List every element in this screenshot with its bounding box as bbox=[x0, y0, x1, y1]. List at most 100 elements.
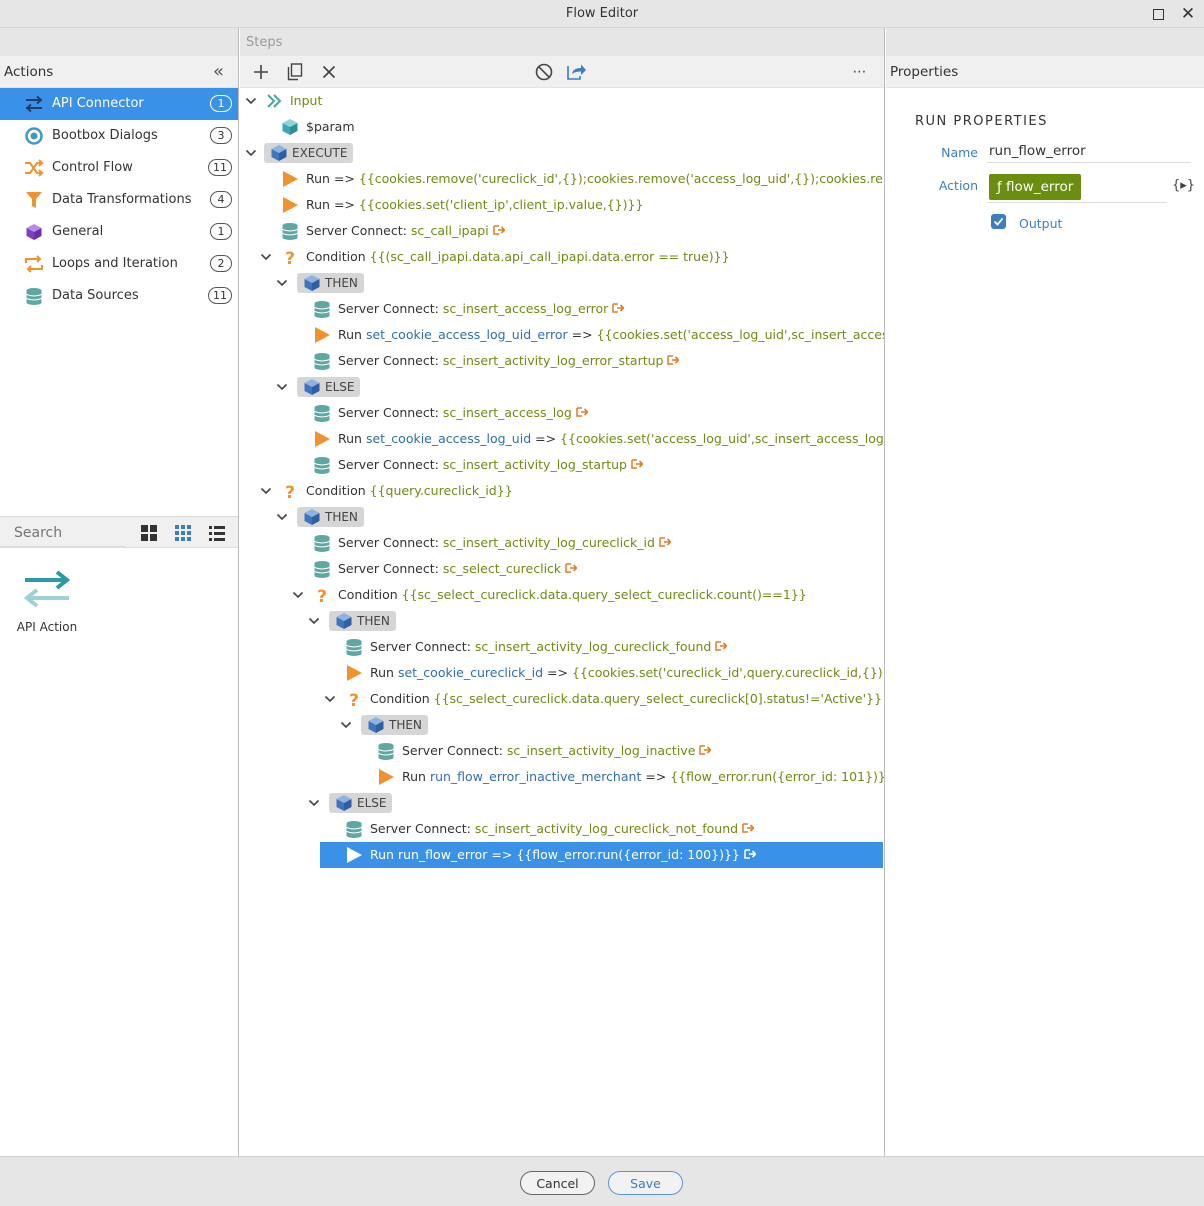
save-button[interactable]: Save bbox=[608, 1171, 683, 1195]
output-checkbox[interactable] bbox=[991, 214, 1006, 229]
step-row-server-connect[interactable]: Server Connect: sc_select_cureclick bbox=[240, 556, 885, 582]
category-control-flow[interactable]: Control Flow 11 bbox=[0, 152, 238, 184]
chevron-down-icon[interactable] bbox=[245, 147, 257, 159]
chevron-down-icon[interactable] bbox=[276, 381, 288, 393]
goto-icon[interactable] bbox=[667, 354, 679, 366]
category-loops-and-iteration[interactable]: Loops and Iteration 2 bbox=[0, 248, 238, 280]
step-label: Condition {{sc_select_cureclick.data.que… bbox=[370, 691, 882, 706]
chevron-down-icon[interactable] bbox=[276, 511, 288, 523]
step-row-run[interactable]: Run set_cookie_access_log_uid_error => {… bbox=[240, 322, 884, 348]
add-step-button[interactable] bbox=[251, 62, 271, 82]
chevron-down-icon[interactable] bbox=[276, 277, 288, 289]
step-row-then[interactable]: THEN bbox=[240, 270, 884, 296]
maximize-button[interactable] bbox=[1148, 4, 1168, 24]
chevron-down-icon[interactable] bbox=[292, 589, 304, 601]
more-options-button[interactable]: ⋯ bbox=[850, 62, 870, 82]
input-icon bbox=[266, 92, 284, 110]
goto-icon[interactable] bbox=[744, 848, 756, 860]
large-grid-view-icon[interactable] bbox=[140, 524, 158, 542]
small-grid-view-icon[interactable] bbox=[174, 524, 192, 542]
category-data-transformations[interactable]: Data Transformations 4 bbox=[0, 184, 238, 216]
chevron-down-icon[interactable] bbox=[324, 693, 336, 705]
step-row-server-connect[interactable]: Server Connect: sc_insert_activity_log_e… bbox=[240, 348, 885, 374]
step-row-server-connect[interactable]: Server Connect: sc_call_ipapi bbox=[240, 218, 885, 244]
step-row-input[interactable]: Input bbox=[240, 88, 884, 114]
name-field[interactable] bbox=[987, 139, 1191, 163]
step-row-then[interactable]: THEN bbox=[240, 712, 884, 738]
delete-x-icon bbox=[322, 65, 336, 79]
list-view-icon[interactable] bbox=[208, 524, 226, 542]
category-count-badge: 1 bbox=[210, 95, 232, 112]
step-row-condition[interactable]: Condition {{sc_select_cureclick.data.que… bbox=[240, 686, 884, 712]
step-row-then[interactable]: THEN bbox=[240, 504, 884, 530]
category-label: General bbox=[52, 224, 104, 239]
action-label: Action bbox=[938, 178, 978, 193]
step-row-server-connect[interactable]: Server Connect: sc_insert_activity_log_c… bbox=[240, 816, 885, 842]
step-row-condition[interactable]: Condition {{query.cureclick_id}} bbox=[240, 478, 884, 504]
step-label: Server Connect: sc_call_ipapi bbox=[306, 223, 505, 238]
search-input[interactable] bbox=[0, 519, 126, 547]
goto-icon[interactable] bbox=[576, 406, 588, 418]
step-label: THEN bbox=[325, 510, 358, 524]
goto-icon[interactable] bbox=[699, 744, 711, 756]
step-row-run[interactable]: Run run_flow_error_inactive_merchant => … bbox=[240, 764, 884, 790]
cancel-button[interactable]: Cancel bbox=[520, 1171, 595, 1195]
chevron-down-icon[interactable] bbox=[245, 95, 257, 107]
copy-step-button[interactable] bbox=[285, 62, 305, 82]
step-row-server-connect[interactable]: Server Connect: sc_insert_access_log_err… bbox=[240, 296, 885, 322]
action-field[interactable]: ƒ flow_error bbox=[987, 172, 1167, 203]
export-step-button[interactable] bbox=[567, 62, 587, 82]
cube-icon bbox=[303, 274, 321, 292]
step-row-execute[interactable]: EXECUTE bbox=[240, 140, 884, 166]
step-row-run[interactable]: Run set_cookie_cureclick_id => {{cookies… bbox=[240, 660, 884, 686]
then-tag: THEN bbox=[361, 715, 428, 735]
step-row-run-selected[interactable]: Run run_flow_error => {{flow_error.run({… bbox=[320, 842, 883, 868]
step-label: THEN bbox=[325, 276, 358, 290]
goto-icon[interactable] bbox=[493, 224, 505, 236]
step-label: Server Connect: sc_select_cureclick bbox=[338, 561, 577, 576]
goto-icon[interactable] bbox=[612, 302, 624, 314]
disable-step-button[interactable] bbox=[534, 62, 554, 82]
goto-icon[interactable] bbox=[659, 536, 671, 548]
chevron-down-icon[interactable] bbox=[260, 251, 272, 263]
chevron-down-icon[interactable] bbox=[308, 797, 320, 809]
cube-icon bbox=[335, 612, 353, 630]
category-data-sources[interactable]: Data Sources 11 bbox=[0, 280, 238, 312]
step-row-then[interactable]: THEN bbox=[240, 608, 884, 634]
step-row-server-connect[interactable]: Server Connect: sc_insert_activity_log_i… bbox=[240, 738, 885, 764]
category-bootbox-dialogs[interactable]: Bootbox Dialogs 3 bbox=[0, 120, 238, 152]
step-row-run[interactable]: Run => {{cookies.set('client_ip',client_… bbox=[240, 192, 884, 218]
step-row-else[interactable]: ELSE bbox=[240, 790, 884, 816]
chevron-down-icon[interactable] bbox=[260, 485, 272, 497]
delete-step-button[interactable] bbox=[319, 62, 339, 82]
step-row-run[interactable]: Run set_cookie_access_log_uid => {{cooki… bbox=[240, 426, 884, 452]
goto-icon[interactable] bbox=[742, 822, 754, 834]
step-row-param[interactable]: $param bbox=[240, 114, 884, 140]
condition-question-icon bbox=[313, 586, 331, 604]
goto-icon[interactable] bbox=[565, 562, 577, 574]
step-row-server-connect[interactable]: Server Connect: sc_insert_activity_log_s… bbox=[240, 452, 885, 478]
palette-item-api-action[interactable]: API Action bbox=[16, 568, 78, 634]
chevron-down-icon[interactable] bbox=[340, 719, 352, 731]
step-row-condition[interactable]: Condition {{(sc_call_ipapi.data.api_call… bbox=[240, 244, 884, 270]
maximize-icon bbox=[1152, 8, 1164, 20]
step-row-run[interactable]: Run => {{cookies.remove('cureclick_id',{… bbox=[240, 166, 884, 192]
step-row-server-connect[interactable]: Server Connect: sc_insert_activity_log_c… bbox=[240, 530, 885, 556]
collapse-panel-icon[interactable]: « bbox=[213, 61, 224, 82]
step-row-server-connect[interactable]: Server Connect: sc_insert_access_log bbox=[240, 400, 885, 426]
goto-icon[interactable] bbox=[631, 458, 643, 470]
step-row-server-connect[interactable]: Server Connect: sc_insert_activity_log_c… bbox=[240, 634, 885, 660]
condition-question-icon bbox=[281, 482, 299, 500]
goto-icon[interactable] bbox=[715, 640, 727, 652]
category-api-connector[interactable]: API Connector 1 bbox=[0, 88, 238, 120]
category-label: Data Sources bbox=[52, 288, 139, 303]
step-row-else[interactable]: ELSE bbox=[240, 374, 884, 400]
chevron-down-icon[interactable] bbox=[308, 615, 320, 627]
category-general[interactable]: General 1 bbox=[0, 216, 238, 248]
database-icon bbox=[313, 560, 331, 578]
close-button[interactable]: ✕ bbox=[1178, 4, 1198, 24]
data-picker-icon[interactable]: {▸} bbox=[1172, 178, 1195, 193]
condition-question-icon bbox=[345, 690, 363, 708]
step-row-condition[interactable]: Condition {{sc_select_cureclick.data.que… bbox=[240, 582, 884, 608]
action-function-chip[interactable]: ƒ flow_error bbox=[989, 174, 1082, 200]
